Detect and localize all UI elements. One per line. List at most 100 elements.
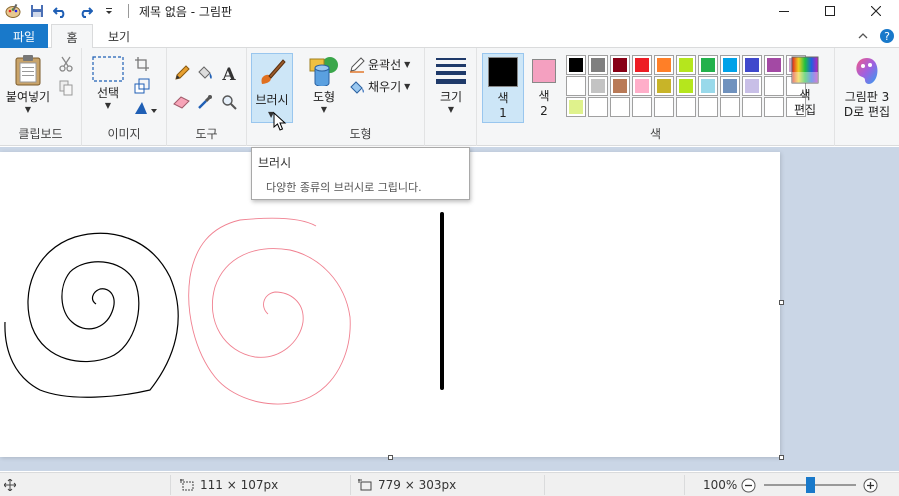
paste-dropdown-icon[interactable]: ▼ — [25, 105, 31, 114]
fill-bucket-icon[interactable] — [195, 63, 215, 83]
zoom-level-text: 100% — [703, 478, 738, 492]
rotate-icon[interactable] — [132, 98, 160, 118]
shapes-label: 도형 — [312, 90, 336, 104]
resize-handle-corner[interactable] — [779, 455, 784, 460]
palette-swatch[interactable] — [654, 55, 674, 75]
palette-swatch[interactable] — [742, 76, 762, 96]
text-icon[interactable]: A — [219, 63, 239, 83]
edit-colors-button[interactable]: 색 편집 — [785, 56, 825, 118]
size-dropdown-icon[interactable]: ▼ — [448, 105, 454, 114]
palette-swatch[interactable] — [676, 97, 696, 117]
palette-swatch[interactable] — [720, 97, 740, 117]
resize-icon[interactable] — [132, 76, 152, 96]
group-size: 크기 ▼ — [425, 48, 477, 146]
zoom-in-button[interactable] — [863, 473, 878, 496]
edit-with-paint3d-button[interactable]: 그림판 3 D로 편집 — [838, 56, 896, 120]
color-1-button[interactable]: 색 1 — [482, 53, 524, 123]
palette-swatch[interactable] — [632, 97, 652, 117]
magnifier-icon[interactable] — [219, 92, 239, 112]
undo-icon[interactable] — [52, 2, 70, 20]
palette-swatch[interactable] — [566, 97, 586, 117]
palette-swatch[interactable] — [566, 55, 586, 75]
paint-app-icon[interactable] — [4, 2, 22, 20]
tooltip-title: 브러시 — [258, 156, 292, 170]
paint3d-icon — [856, 58, 878, 84]
palette-swatch[interactable] — [610, 76, 630, 96]
brushes-button[interactable]: 브러시 ▼ — [251, 53, 293, 131]
palette-swatch[interactable] — [610, 97, 630, 117]
color-2-swatch — [532, 59, 556, 83]
zoom-slider-thumb[interactable] — [805, 477, 815, 493]
color-picker-icon[interactable] — [195, 92, 215, 112]
cursor-position-icon — [4, 473, 16, 496]
size-button[interactable]: 크기 ▼ — [433, 56, 469, 114]
palette-swatch[interactable] — [698, 55, 718, 75]
clipboard-group-label: 클립보드 — [18, 127, 63, 141]
pencil-icon[interactable] — [172, 63, 192, 83]
palette-swatch[interactable] — [654, 76, 674, 96]
svg-text:A: A — [221, 65, 236, 81]
tab-view[interactable]: 보기 — [98, 24, 140, 48]
palette-swatch[interactable] — [654, 97, 674, 117]
palette-swatch[interactable] — [676, 76, 696, 96]
paste-button[interactable]: 붙여넣기 ▼ — [4, 54, 52, 114]
minimize-button[interactable] — [761, 0, 807, 22]
palette-swatch[interactable] — [588, 55, 608, 75]
select-dropdown-icon[interactable]: ▼ — [105, 101, 111, 110]
palette-swatch[interactable] — [676, 55, 696, 75]
palette-swatch[interactable] — [720, 76, 740, 96]
outline-button[interactable]: 윤곽선 ▼ — [349, 56, 410, 73]
eraser-icon[interactable] — [172, 92, 192, 112]
fill-button[interactable]: 채우기 ▼ — [349, 78, 410, 95]
help-icon[interactable]: ? — [879, 28, 895, 44]
tooltip-description: 다양한 종류의 브러시로 그립니다. — [266, 181, 422, 194]
save-icon[interactable] — [28, 2, 46, 20]
palette-swatch[interactable] — [632, 55, 652, 75]
paste-label: 붙여넣기 — [5, 90, 51, 104]
svg-text:?: ? — [884, 30, 890, 43]
resize-handle-bottom[interactable] — [388, 455, 393, 460]
palette-swatch[interactable] — [610, 55, 630, 75]
brush-icon — [261, 59, 286, 84]
tab-home[interactable]: 홈 — [51, 24, 93, 49]
palette-swatch[interactable] — [698, 76, 718, 96]
close-button[interactable] — [853, 0, 899, 22]
palette-swatch[interactable] — [632, 76, 652, 96]
black-spiral-stroke — [4, 232, 179, 398]
zoom-out-button[interactable] — [741, 473, 756, 496]
group-shapes: 도형 ▼ 윤곽선 ▼ 채우기 ▼ 도형 — [297, 48, 425, 146]
select-label: 선택 — [96, 86, 120, 100]
canvas-size: 779 × 303px — [358, 473, 456, 496]
outline-pencil-icon — [350, 56, 365, 73]
shapes-button[interactable]: 도형 ▼ — [305, 56, 343, 114]
maximize-button[interactable] — [807, 0, 853, 22]
fill-dropdown-icon: ▼ — [404, 82, 411, 91]
cut-icon[interactable] — [56, 54, 76, 74]
color-2-button[interactable]: 색 2 — [523, 53, 565, 123]
palette-swatch[interactable] — [698, 97, 718, 117]
crop-icon[interactable] — [132, 54, 152, 74]
group-tools: A 도구 — [167, 48, 247, 146]
palette-swatch[interactable] — [742, 97, 762, 117]
palette-swatch[interactable] — [566, 76, 586, 96]
copy-icon[interactable] — [56, 78, 76, 98]
palette-swatch[interactable] — [764, 76, 784, 96]
edit-colors-label: 색 편집 — [793, 88, 817, 117]
tab-file[interactable]: 파일 — [0, 24, 48, 48]
shapes-dropdown-icon[interactable]: ▼ — [321, 105, 327, 114]
selection-size-text: 111 × 107px — [200, 478, 279, 492]
customize-toolbar-icon[interactable] — [100, 2, 118, 20]
colors-group-label: 색 — [649, 127, 662, 141]
palette-swatch[interactable] — [588, 97, 608, 117]
palette-swatch[interactable] — [588, 76, 608, 96]
select-button[interactable]: 선택 ▼ — [90, 56, 126, 110]
ribbon-tabs: 파일 홈 보기 ? — [0, 24, 899, 49]
mouse-cursor-icon — [273, 112, 287, 131]
palette-swatch[interactable] — [764, 97, 784, 117]
collapse-ribbon-icon[interactable] — [857, 30, 869, 42]
redo-icon[interactable] — [76, 2, 94, 20]
palette-swatch[interactable] — [720, 55, 740, 75]
resize-handle-right[interactable] — [779, 300, 784, 305]
palette-swatch[interactable] — [764, 55, 784, 75]
palette-swatch[interactable] — [742, 55, 762, 75]
